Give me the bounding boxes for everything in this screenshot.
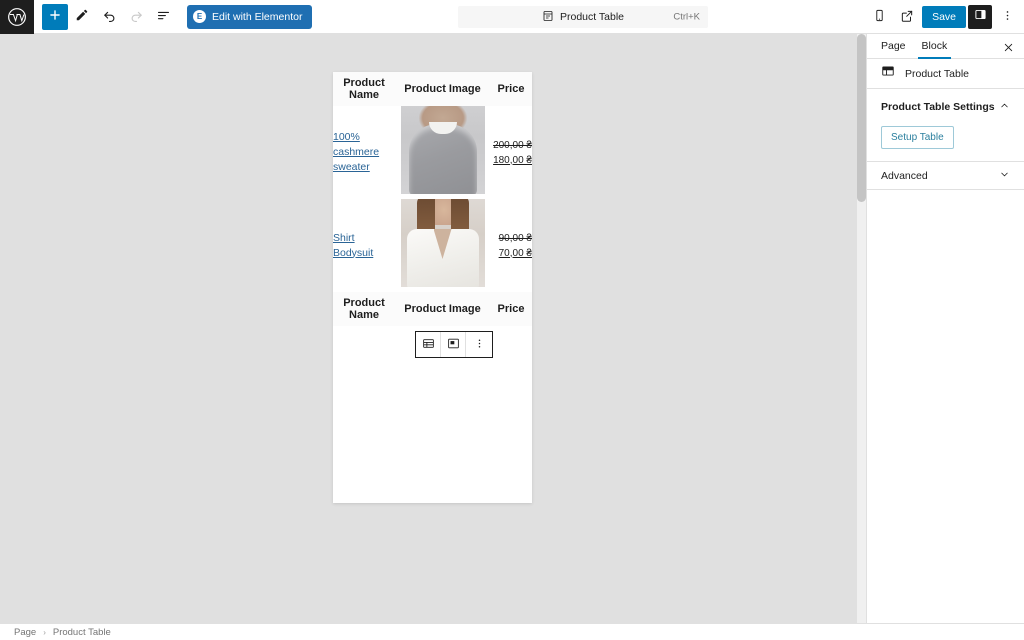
elementor-logo-icon: E	[193, 10, 206, 23]
align-block-button[interactable]	[441, 332, 466, 357]
post-content-canvas[interactable]: Product Name Product Image Price 100% ca…	[333, 72, 532, 503]
chevron-down-icon	[999, 167, 1010, 185]
document-overview-button[interactable]	[150, 4, 176, 30]
more-options-button[interactable]	[994, 4, 1020, 30]
document-title-bar[interactable]: Product Table Ctrl+K	[458, 6, 708, 28]
section-title: Product Table Settings	[881, 101, 995, 113]
footer-product-name: Product Name	[333, 292, 395, 326]
vertical-dots-icon	[473, 337, 486, 353]
plus-icon	[48, 8, 62, 25]
editor-canvas-area: Product Name Product Image Price 100% ca…	[0, 34, 866, 623]
view-device-button[interactable]	[866, 4, 892, 30]
close-sidebar-button[interactable]	[1000, 39, 1016, 55]
vertical-dots-icon	[1001, 9, 1014, 25]
advanced-section-header[interactable]: Advanced	[867, 162, 1024, 190]
price-original: 90,00 ₴	[498, 232, 532, 244]
save-button[interactable]: Save	[922, 6, 966, 28]
redo-button[interactable]	[123, 4, 149, 30]
editor-scrollbar-thumb[interactable]	[857, 34, 866, 202]
cell-product-name: 100% cashmere sweater	[333, 106, 395, 199]
undo-button[interactable]	[96, 4, 122, 30]
table-header-row: Product Name Product Image Price	[333, 72, 532, 106]
undo-arrow-icon	[102, 8, 117, 26]
product-name-link[interactable]: 100% cashmere sweater	[333, 131, 379, 173]
settings-sidebar: Page Block Product Table Product Table S…	[866, 34, 1024, 623]
price-sale: 180,00 ₴	[493, 154, 532, 166]
product-image	[400, 199, 485, 287]
setup-table-button[interactable]: Setup Table	[881, 126, 954, 149]
chevron-up-icon	[999, 98, 1010, 116]
section-title: Advanced	[881, 169, 928, 182]
wordpress-logo-icon	[7, 7, 27, 27]
product-name-link[interactable]: Shirt Bodysuit	[333, 232, 373, 259]
list-view-icon	[156, 8, 171, 26]
breadcrumb-separator-icon: ›	[43, 627, 46, 637]
pencil-icon	[75, 8, 89, 25]
product-table-block[interactable]: Product Name Product Image Price 100% ca…	[333, 72, 532, 326]
tools-pen-button[interactable]	[69, 4, 95, 30]
mobile-device-icon	[873, 9, 886, 25]
edit-with-elementor-label: Edit with Elementor	[212, 10, 303, 23]
table-row[interactable]: Shirt Bodysuit 90,00 ₴ 70,00 ₴	[333, 199, 532, 292]
align-image-icon	[447, 337, 460, 353]
product-table-header: Product Name Product Image Price	[333, 72, 532, 106]
preview-button[interactable]	[894, 4, 920, 30]
toggle-settings-sidebar-button[interactable]	[968, 5, 992, 29]
more-options-button[interactable]	[466, 332, 492, 357]
add-block-button[interactable]	[42, 3, 68, 30]
table-block-icon	[422, 337, 435, 353]
header-product-name: Product Name	[333, 72, 395, 106]
document-icon	[542, 10, 554, 25]
header-product-image: Product Image	[395, 72, 490, 106]
table-row[interactable]: 100% cashmere sweater 200,00 ₴ 180,00 ₴	[333, 106, 532, 199]
footer-product-image: Product Image	[395, 292, 490, 326]
price-original: 200,00 ₴	[493, 139, 532, 151]
editor-top-toolbar: E Edit with Elementor Product Table Ctrl…	[0, 0, 1024, 34]
tab-page[interactable]: Page	[873, 40, 914, 58]
document-shortcut-hint: Ctrl+K	[673, 11, 700, 23]
cell-product-image	[395, 199, 490, 292]
toolbar-right-group: Save	[866, 0, 1020, 34]
price-sale: 70,00 ₴	[498, 247, 532, 259]
product-image	[400, 106, 485, 194]
cell-price: 90,00 ₴ 70,00 ₴	[490, 199, 532, 292]
breadcrumb-bar: Page › Product Table	[0, 623, 1024, 640]
toolbar-left-group: E Edit with Elementor	[34, 3, 313, 30]
external-link-icon	[900, 9, 914, 26]
cell-price: 200,00 ₴ 180,00 ₴	[490, 106, 532, 199]
change-block-type-button[interactable]	[416, 332, 441, 357]
breadcrumb-product-table[interactable]: Product Table	[53, 627, 111, 638]
cell-product-image	[395, 106, 490, 199]
sidebar-tabs: Page Block	[867, 34, 1024, 59]
header-price: Price	[490, 72, 532, 106]
breadcrumb-page[interactable]: Page	[14, 627, 36, 638]
table-footer-row: Product Name Product Image Price	[333, 292, 532, 326]
selected-block-row: Product Table	[867, 59, 1024, 89]
table-block-icon	[881, 64, 895, 83]
block-floating-toolbar	[415, 331, 493, 358]
tab-block[interactable]: Block	[914, 40, 956, 59]
cell-product-name: Shirt Bodysuit	[333, 199, 395, 292]
product-table-settings-header[interactable]: Product Table Settings	[881, 98, 1010, 116]
document-title: Product Table	[559, 11, 624, 23]
photo-detail	[428, 122, 457, 134]
editor-scrollbar-track[interactable]	[857, 34, 866, 623]
redo-arrow-icon	[129, 8, 144, 26]
footer-price: Price	[490, 292, 532, 326]
product-table-body: 100% cashmere sweater 200,00 ₴ 180,00 ₴	[333, 106, 532, 292]
product-table-footer: Product Name Product Image Price	[333, 292, 532, 326]
settings-panel-icon	[974, 8, 987, 26]
product-table-settings-section: Product Table Settings Setup Table	[867, 89, 1024, 162]
edit-with-elementor-button[interactable]: E Edit with Elementor	[187, 4, 313, 29]
selected-block-name: Product Table	[905, 67, 970, 80]
wordpress-logo-button[interactable]	[0, 0, 34, 34]
